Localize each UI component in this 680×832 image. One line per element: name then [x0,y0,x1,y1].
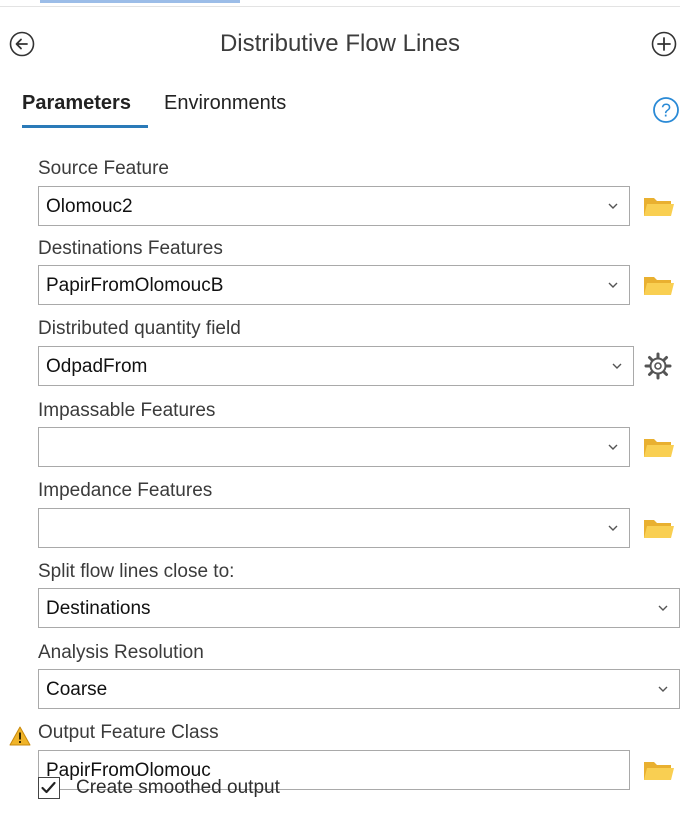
impedance-features-label: Impedance Features [38,480,213,501]
destinations-features-value: PapirFromOlomoucB [46,275,224,296]
source-feature-combo[interactable]: Olomouc2 [38,186,630,226]
smoothed-output-label: Create smoothed output [76,777,280,798]
folder-icon[interactable] [643,757,675,783]
output-feature-class-label: Output Feature Class [38,722,219,743]
chevron-down-icon [658,686,668,692]
analysis-resolution-label: Analysis Resolution [38,642,204,663]
quantity-field-value: OdpadFrom [46,356,148,377]
tool-title: Distributive Flow Lines [219,30,461,57]
chevron-down-icon [612,363,622,369]
split-flow-lines-value: Destinations [46,598,151,619]
destinations-features-combo[interactable]: PapirFromOlomoucB [38,265,630,305]
impassable-features-label: Impassable Features [38,400,216,421]
quantity-field-label: Distributed quantity field [38,318,241,339]
folder-icon[interactable] [643,515,675,541]
source-feature-value: Olomouc2 [46,196,133,217]
split-flow-lines-label: Split flow lines close to: [38,561,235,582]
active-tab-indicator [22,125,148,128]
impassable-features-combo[interactable] [38,427,630,467]
chevron-down-icon [658,605,668,611]
top-link-fragment [40,0,240,3]
top-divider [0,6,680,7]
tab-environments[interactable]: Environments [164,92,286,115]
svg-text:?: ? [661,101,671,121]
analysis-resolution-value: Coarse [46,679,108,700]
folder-icon[interactable] [643,193,675,219]
plus-circle-icon[interactable] [650,30,678,58]
smoothed-output-checkbox[interactable] [38,777,60,799]
chevron-down-icon [608,203,618,209]
quantity-field-combo[interactable]: OdpadFrom [38,346,634,386]
folder-icon[interactable] [643,434,675,460]
chevron-down-icon [608,282,618,288]
gear-icon[interactable] [643,351,673,381]
chevron-down-icon [608,444,618,450]
impedance-features-combo[interactable] [38,508,630,548]
destinations-features-label: Destinations Features [38,238,223,259]
warning-icon [9,726,31,746]
analysis-resolution-combo[interactable]: Coarse [38,669,680,709]
chevron-down-icon [608,525,618,531]
help-question-icon[interactable]: ? [652,96,680,124]
pane-header: Distributive Flow Lines [0,24,680,68]
split-flow-lines-combo[interactable]: Destinations [38,588,680,628]
folder-icon[interactable] [643,272,675,298]
checkmark-icon [41,781,56,794]
top-edge-strip [0,0,680,10]
source-feature-label: Source Feature [38,158,169,179]
tab-parameters[interactable]: Parameters [22,92,131,115]
